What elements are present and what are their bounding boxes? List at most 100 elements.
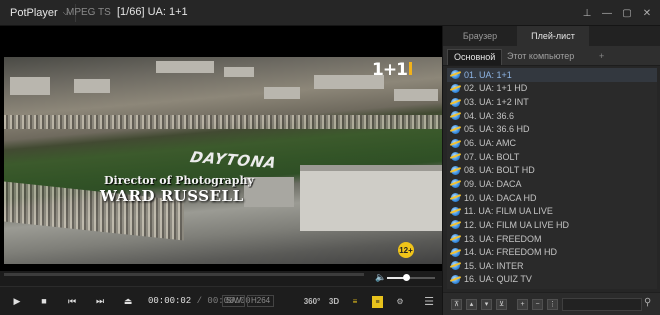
stream-icon bbox=[451, 193, 460, 203]
restore-button[interactable]: ▢ bbox=[618, 4, 636, 22]
add-item-button[interactable]: + bbox=[517, 299, 528, 310]
playlist-item[interactable]: 09. UA: DACA bbox=[447, 177, 657, 191]
channel-logo: 1+1 bbox=[372, 60, 412, 80]
pin-icon[interactable]: ⊥ bbox=[578, 4, 596, 22]
move-down-button[interactable]: ▾ bbox=[481, 299, 492, 310]
playlist-item[interactable]: 11. UA: FILM UA LIVE bbox=[447, 204, 657, 218]
stream-icon bbox=[451, 83, 460, 93]
window-title: [1/66] UA: 1+1 bbox=[117, 6, 188, 18]
play-button[interactable]: ▶ bbox=[8, 293, 26, 309]
3d-button[interactable]: 3D bbox=[326, 294, 342, 309]
playlist-item[interactable]: 05. UA: 36.6 HD bbox=[447, 123, 657, 137]
subtab-main[interactable]: Основной bbox=[447, 49, 503, 65]
playlist: 01. UA: 1+1 02. UA: 1+1 HD 03. UA: 1+2 INT… bbox=[447, 68, 657, 289]
stream-icon bbox=[451, 261, 460, 271]
playlist-item[interactable]: 03. UA: 1+2 INT bbox=[447, 95, 657, 109]
playlist-item[interactable]: 16. UA: QUIZ TV bbox=[447, 273, 657, 287]
menu-icon[interactable]: ☰ bbox=[421, 294, 437, 309]
playlist-item[interactable]: 04. UA: 36.6 bbox=[447, 109, 657, 123]
control-bar: ▶ ■ ⏮ ⏭ ⏏ 00:00:02 / 00:00:00 S/W H264 3… bbox=[0, 286, 442, 315]
codec-tag[interactable]: H264 bbox=[247, 295, 275, 307]
subtab-this-computer[interactable]: Этот компьютер bbox=[501, 49, 580, 65]
move-up-button[interactable]: ▴ bbox=[466, 299, 477, 310]
close-button[interactable]: ✕ bbox=[638, 4, 656, 22]
playlist-item-label: 10. UA: DACA HD bbox=[464, 192, 537, 203]
stream-icon bbox=[451, 152, 460, 162]
playlist-panel: Браузер Плей-лист Основной Этот компьюте… bbox=[442, 26, 660, 315]
playlist-item-label: 13. UA: FREEDOM bbox=[464, 233, 542, 244]
scene-text: DAYTONA bbox=[188, 147, 279, 173]
stop-button[interactable]: ■ bbox=[35, 293, 53, 309]
minimize-button[interactable]: — bbox=[598, 4, 616, 22]
move-top-button[interactable]: ⊼ bbox=[451, 299, 462, 310]
playlist-item[interactable]: 13. UA: FREEDOM bbox=[447, 232, 657, 246]
format-label: MPEG TS bbox=[66, 7, 111, 18]
playlist-search-input[interactable] bbox=[562, 298, 642, 311]
search-icon[interactable]: ⚲ bbox=[644, 297, 651, 308]
stream-icon bbox=[451, 124, 460, 134]
video-area[interactable]: DAYTONA Director of Photography WARD RUS… bbox=[0, 26, 442, 271]
playlist-item-label: 08. UA: BOLT HD bbox=[464, 165, 535, 176]
playlist-item[interactable]: 06. UA: AMC bbox=[447, 136, 657, 150]
sort-button[interactable]: ⋮ bbox=[547, 299, 558, 310]
speaker-icon[interactable]: 🔈 bbox=[375, 272, 386, 283]
gear-icon[interactable]: ⚙ bbox=[392, 294, 408, 309]
remove-item-button[interactable]: − bbox=[532, 299, 543, 310]
current-time: 00:00:02 bbox=[148, 296, 192, 306]
stream-icon bbox=[451, 220, 460, 230]
playlist-item-label: 02. UA: 1+1 HD bbox=[464, 83, 528, 94]
playlist-item-label: 01. UA: 1+1 bbox=[464, 69, 512, 80]
add-tab-button[interactable]: + bbox=[593, 49, 610, 65]
playlist-toolbar: ⊼ ▴ ▾ ⊻ + − ⋮ ⚲ bbox=[443, 292, 660, 315]
playlist-item-label: 14. UA: FREEDOM HD bbox=[464, 247, 558, 258]
playlist-item-label: 04. UA: 36.6 bbox=[464, 110, 515, 121]
tab-playlist[interactable]: Плей-лист bbox=[517, 26, 589, 46]
age-rating-badge: 12+ bbox=[398, 242, 414, 258]
playlist-item-label: 07. UA: BOLT bbox=[464, 151, 520, 162]
playlist-item-label: 16. UA: QUIZ TV bbox=[464, 274, 532, 285]
credit-role: Director of Photography bbox=[104, 174, 254, 187]
playlist-item-label: 03. UA: 1+2 INT bbox=[464, 97, 529, 108]
playlist-item[interactable]: 10. UA: DACA HD bbox=[447, 191, 657, 205]
playlist-item[interactable]: 01. UA: 1+1 bbox=[447, 68, 657, 82]
next-button[interactable]: ⏭ bbox=[91, 293, 109, 309]
eject-button[interactable]: ⏏ bbox=[119, 293, 137, 309]
stream-icon bbox=[451, 97, 460, 107]
stream-icon bbox=[451, 234, 460, 243]
app-name: PotPlayer bbox=[10, 7, 58, 19]
playlist-item[interactable]: 14. UA: FREEDOM HD bbox=[447, 245, 657, 259]
playlist-item[interactable]: 02. UA: 1+1 HD bbox=[447, 82, 657, 96]
playlist-item-label: 15. UA: INTER bbox=[464, 260, 524, 271]
app-menu-button[interactable]: PotPlayer ⌵ bbox=[4, 4, 76, 22]
move-bottom-button[interactable]: ⊻ bbox=[496, 299, 507, 310]
video-frame: DAYTONA Director of Photography WARD RUS… bbox=[4, 57, 442, 264]
channel-logo-text: 1+1 bbox=[372, 60, 408, 80]
playlist-item-label: 11. UA: FILM UA LIVE bbox=[464, 206, 553, 217]
subtitle-search-icon[interactable]: ≡ bbox=[347, 294, 363, 309]
previous-button[interactable]: ⏮ bbox=[63, 293, 81, 309]
title-bar: PotPlayer ⌵ MPEG TS [1/66] UA: 1+1 ⊥ — ▢… bbox=[0, 0, 660, 26]
playlist-item[interactable]: 08. UA: BOLT HD bbox=[447, 163, 657, 177]
volume-slider[interactable] bbox=[387, 274, 435, 281]
vr360-button[interactable]: 360° bbox=[304, 294, 321, 309]
tab-browser[interactable]: Браузер bbox=[443, 26, 517, 46]
playlist-item-label: 06. UA: AMC bbox=[464, 138, 517, 149]
stream-icon bbox=[451, 111, 460, 121]
stream-icon bbox=[451, 274, 460, 284]
stream-icon bbox=[451, 247, 460, 257]
credit-name: WARD RUSSELL bbox=[100, 187, 244, 205]
stream-icon bbox=[451, 138, 460, 148]
stream-icon bbox=[451, 165, 460, 175]
playlist-item[interactable]: 07. UA: BOLT bbox=[447, 150, 657, 164]
playlist-item[interactable]: 12. UA: FILM UA LIVE HD bbox=[447, 218, 657, 232]
stream-icon bbox=[451, 179, 460, 189]
sw-decoder-tag[interactable]: S/W bbox=[222, 295, 246, 307]
playlist-toggle-icon[interactable]: ≡ bbox=[372, 296, 383, 308]
playlist-item-label: 09. UA: DACA bbox=[464, 178, 522, 189]
stream-icon bbox=[451, 206, 460, 216]
playlist-item-label: 05. UA: 36.6 HD bbox=[464, 124, 530, 135]
playlist-item[interactable]: 15. UA: INTER bbox=[447, 259, 657, 273]
seek-bar[interactable] bbox=[4, 273, 364, 276]
playlist-item-label: 12. UA: FILM UA LIVE HD bbox=[464, 219, 570, 230]
stream-icon bbox=[451, 70, 460, 80]
